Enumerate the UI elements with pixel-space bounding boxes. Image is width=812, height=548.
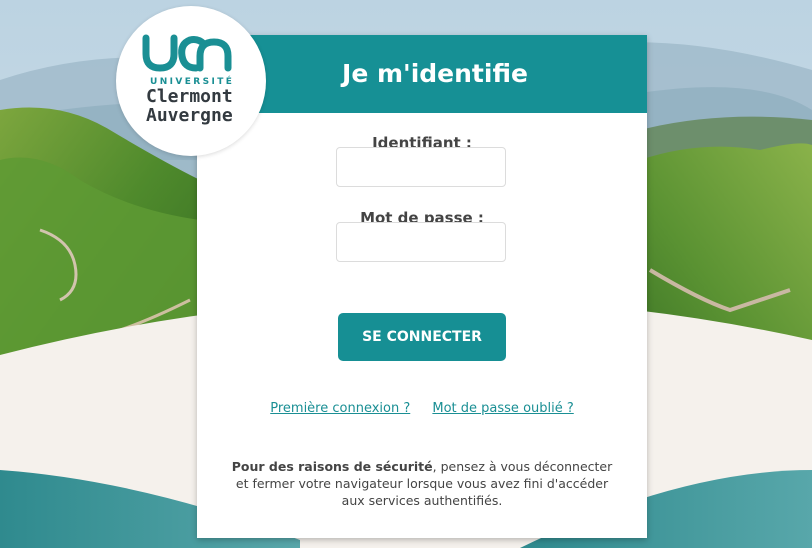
uca-logo-mark bbox=[142, 34, 232, 72]
forgot-password-link[interactable]: Mot de passe oublié ? bbox=[432, 401, 573, 416]
logo-name: Clermont Auvergne bbox=[146, 87, 266, 125]
identifiant-field[interactable] bbox=[336, 147, 506, 187]
first-login-link[interactable]: Première connexion ? bbox=[270, 401, 410, 416]
uca-logo: UNIVERSITÉ Clermont Auvergne bbox=[116, 6, 266, 156]
security-notice: Pour des raisons de sécurité, pensez à v… bbox=[227, 458, 617, 509]
password-field[interactable] bbox=[336, 222, 506, 262]
logo-line-2: Auvergne bbox=[146, 105, 233, 126]
security-notice-bold: Pour des raisons de sécurité bbox=[231, 459, 433, 474]
login-button[interactable]: SE CONNECTER bbox=[338, 313, 506, 361]
help-links: Première connexion ? Mot de passe oublié… bbox=[197, 401, 647, 416]
page-title: Je m'identifie bbox=[342, 58, 528, 88]
logo-line-1: Clermont bbox=[146, 86, 233, 107]
